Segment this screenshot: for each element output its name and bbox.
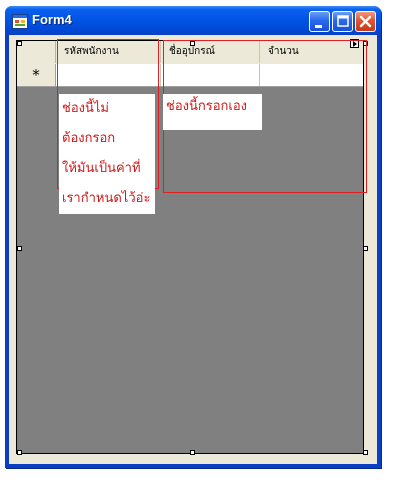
annotation-note-left-line-1: ช่องนี้ไม่ (62, 101, 109, 116)
close-button[interactable] (355, 11, 376, 32)
grid-corner-header[interactable] (17, 41, 56, 63)
maximize-button[interactable] (332, 11, 353, 32)
window-title: Form4 (32, 12, 72, 27)
maximize-icon (337, 15, 349, 27)
annotation-note-left: ช่องนี้ไม่ ต้องกรอก ให้มันเป็นค่าที่ เรา… (59, 94, 155, 214)
annotation-note-left-line-2: ต้องกรอก (62, 131, 116, 146)
minimize-icon (315, 25, 322, 28)
title-bar[interactable]: Form4 (5, 6, 381, 35)
resize-handle-right[interactable] (363, 246, 368, 251)
resize-handle-left[interactable] (17, 246, 22, 251)
resize-handle-bottom-right[interactable] (363, 450, 368, 455)
close-icon (359, 15, 372, 28)
resize-handle-bottom[interactable] (190, 450, 195, 455)
annotation-note-left-line-4: เรากำหนดไว้อ่ะ (62, 191, 151, 206)
resize-handle-top-left[interactable] (17, 41, 22, 46)
annotation-note-left-line-3: ให้มันเป็นค่าที่ (62, 161, 141, 176)
form-app-icon[interactable] (12, 14, 28, 29)
minimize-button[interactable] (309, 11, 330, 32)
annotation-note-right: ช่องนี้กรอกเอง (163, 94, 262, 130)
resize-handle-bottom-left[interactable] (17, 450, 22, 455)
new-row-marker[interactable]: * (17, 64, 56, 86)
